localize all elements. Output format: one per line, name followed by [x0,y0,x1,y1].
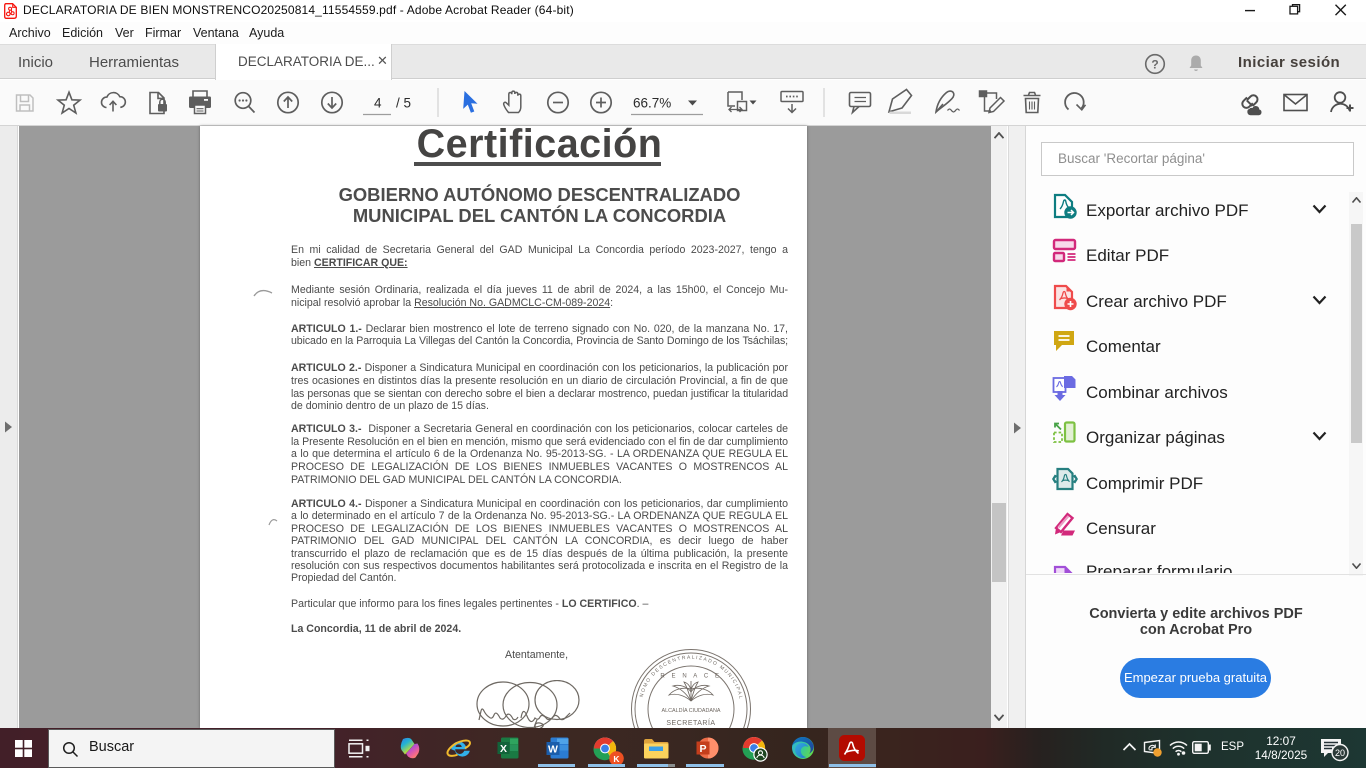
svg-text:W: W [548,744,558,756]
svg-text:SECRETARÍA: SECRETARÍA [666,718,715,727]
svg-text:20: 20 [1335,748,1345,758]
svg-text:K: K [613,754,620,764]
svg-text:ALCALDÍA CIUDADANA: ALCALDÍA CIUDADANA [661,707,720,714]
svg-text:P: P [699,743,706,755]
svg-text:/ 5: / 5 [396,96,411,111]
svg-text:X: X [500,743,507,755]
svg-text:66.7%: 66.7% [633,96,671,111]
svg-text:4: 4 [374,96,382,111]
svg-text:R E N A C E: R E N A C E [660,674,721,680]
svg-text:?: ? [1151,58,1158,72]
